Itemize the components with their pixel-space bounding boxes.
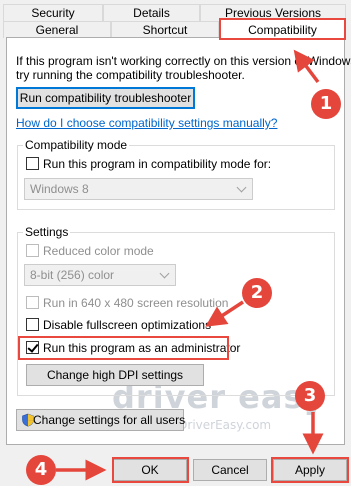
intro-line-2: try running the compatibility troublesho… <box>16 68 245 82</box>
tab-security[interactable]: Security <box>3 4 103 21</box>
reduced-color-checkbox[interactable] <box>26 244 39 257</box>
resolution-label: Run in 640 x 480 screen resolution <box>43 296 229 310</box>
step-marker-2: 2 <box>242 278 272 308</box>
change-settings-all-users-label: Change settings for all users <box>33 413 186 427</box>
color-depth-select[interactable]: 8-bit (256) color <box>24 264 176 286</box>
chevron-down-icon <box>159 268 170 279</box>
settings-label: Settings <box>23 225 71 239</box>
color-depth-value: 8-bit (256) color <box>30 268 115 282</box>
tab-details[interactable]: Details <box>103 4 200 21</box>
run-as-admin-label: Run this program as an administrator <box>43 341 241 355</box>
ok-button[interactable]: OK <box>113 459 187 481</box>
tab-general[interactable]: General <box>3 21 111 38</box>
compatibility-mode-label: Compatibility mode <box>23 138 130 152</box>
apply-button[interactable]: Apply <box>273 459 347 481</box>
compatibility-os-select[interactable]: Windows 8 <box>24 178 253 200</box>
compatibility-os-value: Windows 8 <box>30 182 89 196</box>
chevron-down-icon <box>236 182 247 193</box>
disable-fullscreen-checkbox[interactable] <box>26 318 39 331</box>
change-high-dpi-button[interactable]: Change high DPI settings <box>26 364 204 386</box>
step-marker-4: 4 <box>26 455 56 485</box>
compatibility-mode-checkbox-label: Run this program in compatibility mode f… <box>43 157 272 171</box>
tab-compatibility[interactable]: Compatibility <box>219 19 346 40</box>
cancel-button[interactable]: Cancel <box>193 459 267 481</box>
intro-line-1: If this program isn't working correctly … <box>16 54 351 68</box>
reduced-color-label: Reduced color mode <box>43 244 154 258</box>
run-as-admin-checkbox[interactable] <box>26 341 39 354</box>
step-marker-3: 3 <box>295 381 325 411</box>
run-troubleshooter-button[interactable]: Run compatibility troubleshooter <box>16 87 195 109</box>
disable-fullscreen-label: Disable fullscreen optimizations <box>43 318 212 332</box>
step-marker-1: 1 <box>311 89 341 119</box>
change-settings-all-users-button[interactable]: Change settings for all users <box>16 409 186 431</box>
shield-icon <box>21 413 35 427</box>
compatibility-mode-checkbox[interactable] <box>26 157 39 170</box>
tab-shortcut[interactable]: Shortcut <box>111 21 219 38</box>
help-link[interactable]: How do I choose compatibility settings m… <box>16 116 277 130</box>
resolution-checkbox[interactable] <box>26 296 39 309</box>
